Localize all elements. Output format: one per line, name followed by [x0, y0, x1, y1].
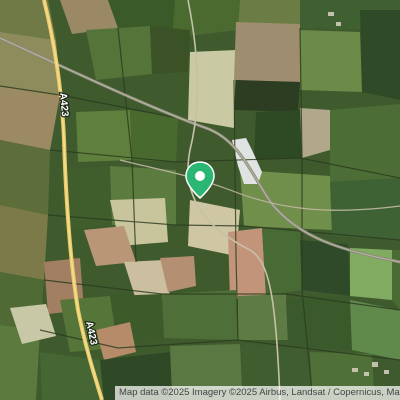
satellite-map[interactable]: A423 A423 Map data ©2025 Imagery ©2025 A…	[0, 0, 400, 400]
location-marker[interactable]	[183, 160, 217, 200]
map-pin-icon	[185, 161, 215, 199]
road-label-a423-top: A423	[57, 92, 70, 117]
map-attribution[interactable]: Map data ©2025 Imagery ©2025 Airbus, Lan…	[115, 386, 400, 400]
satellite-imagery: A423 A423	[0, 0, 400, 400]
